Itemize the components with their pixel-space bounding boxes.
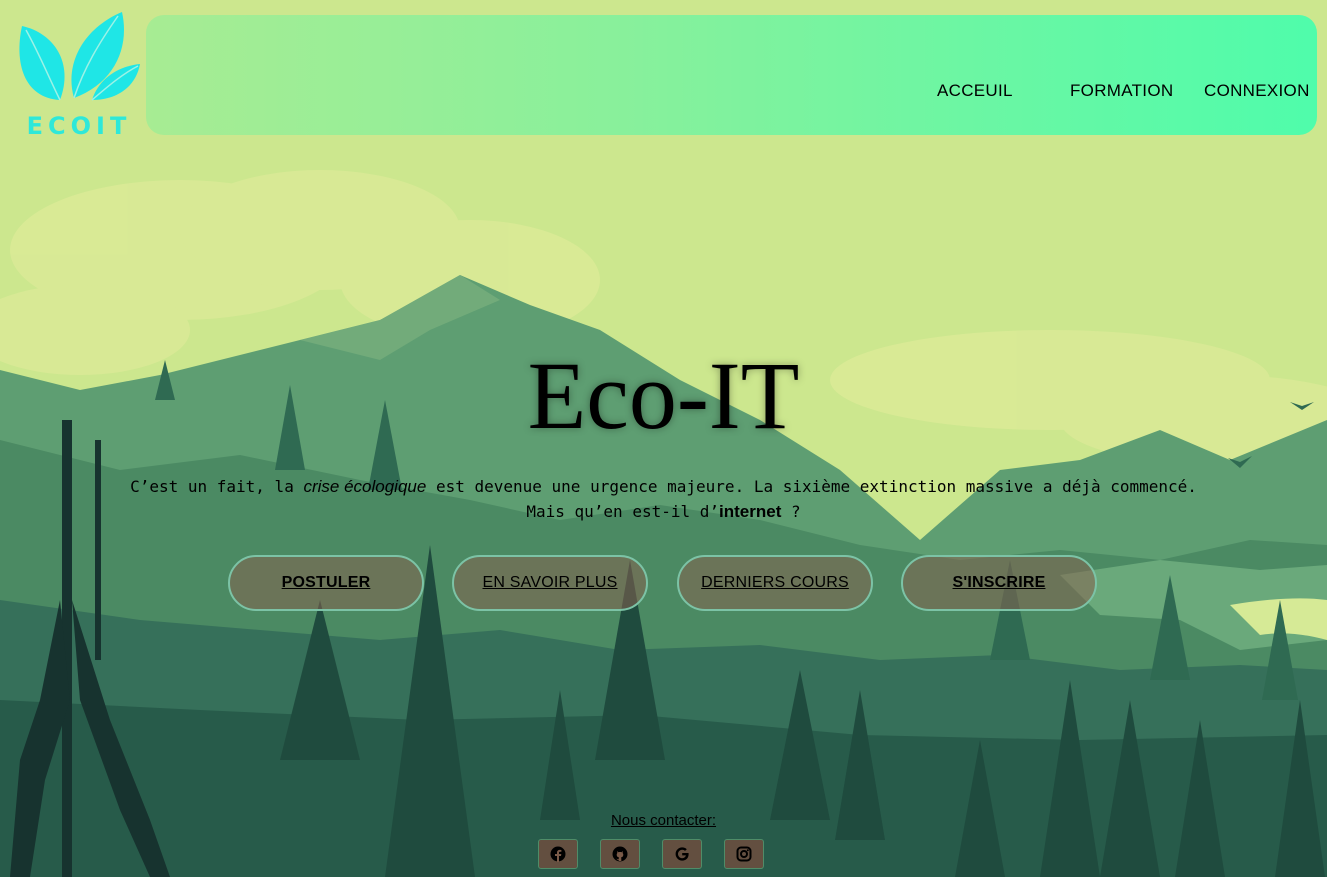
hero-line-2-end: ? bbox=[781, 502, 801, 521]
google-button[interactable] bbox=[662, 839, 702, 869]
hero-line-2-start: Mais qu’en est-il d’ bbox=[526, 502, 720, 521]
nav-item-formation[interactable]: FORMATION bbox=[1070, 81, 1173, 101]
postuler-button[interactable]: POSTULER bbox=[228, 555, 424, 611]
leaf-logo-icon bbox=[19, 12, 140, 101]
github-button[interactable] bbox=[600, 839, 640, 869]
hero-line-1-start: C’est un fait, la bbox=[130, 477, 304, 496]
navbar: ACCEUIL FORMATION CONNEXION bbox=[146, 15, 1317, 135]
nav-item-accueil[interactable]: ACCEUIL bbox=[937, 81, 1013, 101]
nav-item-connexion[interactable]: CONNEXION bbox=[1204, 81, 1310, 101]
hero-emphasis: crise écologique bbox=[303, 477, 427, 496]
facebook-icon bbox=[550, 846, 566, 862]
hero-strong: internet bbox=[719, 502, 782, 521]
hero-description: C’est un fait, la crise écologique est d… bbox=[90, 474, 1237, 524]
logo-text: ECOIT bbox=[26, 112, 132, 140]
derniers-cours-button[interactable]: DERNIERS COURS bbox=[677, 555, 873, 611]
logo[interactable]: ECOIT bbox=[14, 8, 144, 140]
facebook-button[interactable] bbox=[538, 839, 578, 869]
github-icon bbox=[612, 846, 628, 862]
hero-line-1-end: est devenue une urgence majeure. La sixi… bbox=[426, 477, 1197, 496]
google-icon bbox=[675, 847, 689, 861]
instagram-button[interactable] bbox=[724, 839, 764, 869]
hero-line-2: Mais qu’en est-il d’internet ? bbox=[90, 499, 1237, 524]
hero-line-1: C’est un fait, la crise écologique est d… bbox=[90, 474, 1237, 499]
instagram-icon bbox=[736, 846, 752, 862]
s-inscrire-button[interactable]: S'INSCRIRE bbox=[901, 555, 1097, 611]
contact-label[interactable]: Nous contacter: bbox=[0, 812, 1327, 829]
hero-title: Eco-IT bbox=[527, 342, 800, 449]
en-savoir-plus-button[interactable]: EN SAVOIR PLUS bbox=[452, 555, 648, 611]
